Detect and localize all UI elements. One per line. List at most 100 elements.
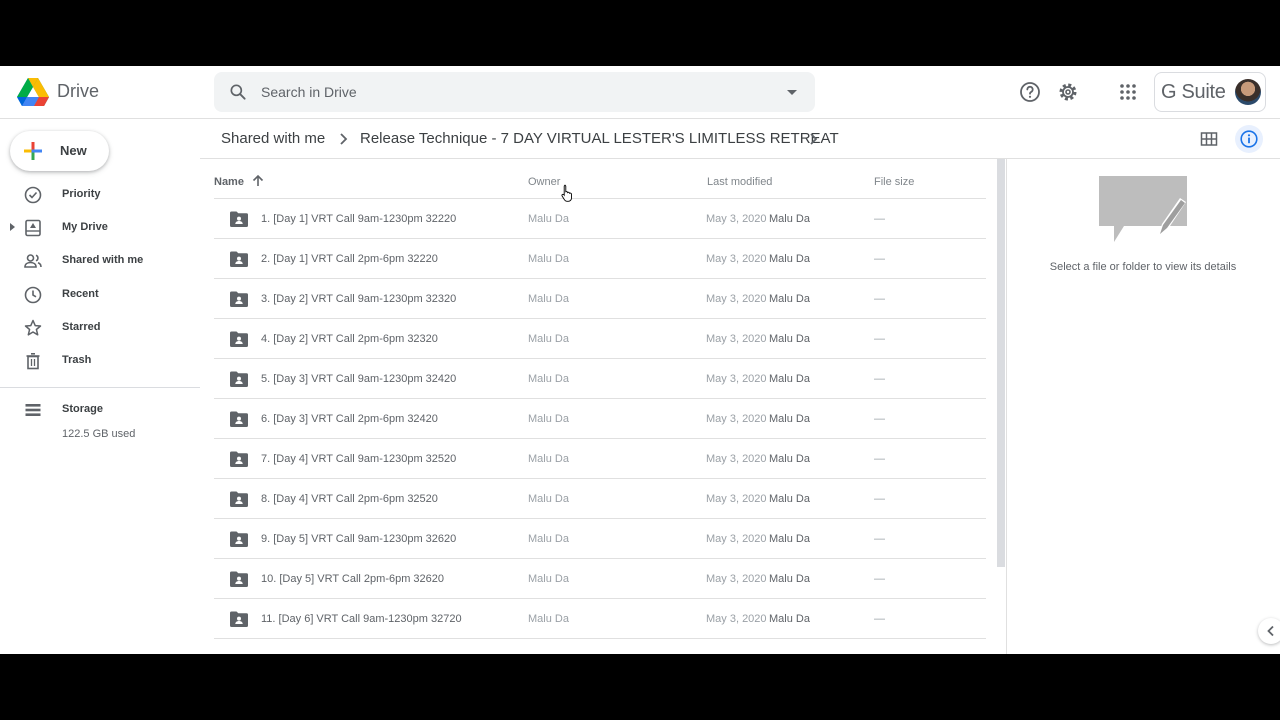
file-modified-date: May 3, 2020: [706, 253, 767, 265]
file-name: 6. [Day 3] VRT Call 2pm-6pm 32420: [261, 413, 438, 425]
search-options-dropdown-icon[interactable]: [782, 82, 802, 102]
sidebar-item-label: Recent: [62, 288, 99, 300]
file-modified-date: May 3, 2020: [706, 413, 767, 425]
file-modified-date: May 3, 2020: [706, 213, 767, 225]
drive-logo-icon[interactable]: [17, 78, 49, 106]
file-row[interactable]: 4. [Day 2] VRT Call 2pm-6pm 32320 Malu Da…: [214, 319, 986, 359]
file-list-header: Name Owner Last modified File size: [214, 159, 986, 199]
file-owner: Malu Da: [528, 293, 569, 305]
file-owner: Malu Da: [528, 333, 569, 345]
shared-folder-icon: [230, 571, 248, 587]
file-modified-date: May 3, 2020: [706, 453, 767, 465]
shared-folder-icon: [230, 371, 248, 387]
file-modified-by: Malu Da: [769, 413, 810, 425]
file-row[interactable]: 1. [Day 1] VRT Call 9am-1230pm 32220 Malu…: [214, 199, 986, 239]
people-icon: [24, 254, 42, 268]
checkbox-icon: [24, 186, 42, 204]
sidebar-item-label: Starred: [62, 321, 101, 333]
file-row[interactable]: 10. [Day 5] VRT Call 2pm-6pm 32620 Malu D…: [214, 559, 986, 599]
file-size: —: [874, 573, 885, 585]
file-size: —: [874, 453, 885, 465]
file-row[interactable]: 5. [Day 3] VRT Call 9am-1230pm 32420 Malu…: [214, 359, 986, 399]
file-size: —: [874, 333, 885, 345]
sidebar-item-label: Trash: [62, 354, 92, 366]
file-modified-by: Malu Da: [769, 373, 810, 385]
sort-ascending-arrow-icon[interactable]: [251, 174, 265, 188]
file-size: —: [874, 373, 885, 385]
sidebar-item-trash[interactable]: Trash: [0, 345, 200, 377]
file-modified-date: May 3, 2020: [706, 293, 767, 305]
file-row[interactable]: 7. [Day 4] VRT Call 9am-1230pm 32520 Malu…: [214, 439, 986, 479]
file-row[interactable]: 3. [Day 2] VRT Call 9am-1230pm 32320 Malu…: [214, 279, 986, 319]
search-icon[interactable]: [228, 82, 248, 102]
grid-view-button[interactable]: [1195, 125, 1223, 153]
breadcrumb-item-current-folder[interactable]: Release Technique - 7 DAY VIRTUAL LESTER…: [360, 130, 839, 147]
shared-folder-icon: [230, 531, 248, 547]
file-size: —: [874, 293, 885, 305]
chevron-left-icon: [1267, 625, 1274, 637]
file-owner: Malu Da: [528, 573, 569, 585]
column-header-file-size[interactable]: File size: [874, 176, 914, 188]
file-name: 1. [Day 1] VRT Call 9am-1230pm 32220: [261, 213, 457, 225]
file-modified-date: May 3, 2020: [706, 573, 767, 585]
shared-folder-icon: [230, 451, 248, 467]
file-modified-by: Malu Da: [769, 493, 810, 505]
sidebar-item-label: My Drive: [62, 221, 108, 233]
column-header-last-modified[interactable]: Last modified: [707, 176, 772, 188]
file-modified-date: May 3, 2020: [706, 373, 767, 385]
file-modified-by: Malu Da: [769, 253, 810, 265]
settings-gear-icon[interactable]: [1056, 80, 1080, 104]
vertical-scrollbar[interactable]: [997, 159, 1005, 567]
sidebar-item-storage[interactable]: Storage: [0, 394, 200, 426]
storage-used-text: 122.5 GB used: [62, 428, 136, 440]
sidebar: New Priority My Drive Shared with me Rec…: [0, 119, 200, 654]
file-row[interactable]: 8. [Day 4] VRT Call 2pm-6pm 32520 Malu Da…: [214, 479, 986, 519]
file-modified-date: May 3, 2020: [706, 333, 767, 345]
breadcrumb-item-shared-with-me[interactable]: Shared with me: [221, 130, 325, 147]
file-row[interactable]: 6. [Day 3] VRT Call 2pm-6pm 32420 Malu Da…: [214, 399, 986, 439]
shared-folder-icon: [230, 331, 248, 347]
file-row[interactable]: 2. [Day 1] VRT Call 2pm-6pm 32220 Malu Da…: [214, 239, 986, 279]
my-drive-icon: [25, 219, 41, 237]
file-name: 4. [Day 2] VRT Call 2pm-6pm 32320: [261, 333, 438, 345]
breadcrumb: Shared with me Release Technique - 7 DAY…: [214, 119, 1280, 159]
shared-folder-icon: [230, 291, 248, 307]
sidebar-item-my-drive[interactable]: My Drive: [0, 212, 200, 244]
file-owner: Malu Da: [528, 253, 569, 265]
file-size: —: [874, 253, 885, 265]
file-name: 9. [Day 5] VRT Call 9am-1230pm 32620: [261, 533, 457, 545]
help-icon[interactable]: [1018, 80, 1042, 104]
shared-folder-icon: [230, 491, 248, 507]
letterbox-bottom: [0, 654, 1280, 720]
column-header-name[interactable]: Name: [214, 176, 244, 188]
file-row[interactable]: 11. [Day 6] VRT Call 9am-1230pm 32720 Mal…: [214, 599, 986, 639]
app-header: Drive Search in Drive G Suite: [0, 66, 1280, 119]
new-button[interactable]: New: [10, 131, 109, 171]
chevron-right-icon[interactable]: [805, 131, 821, 147]
file-modified-by: Malu Da: [769, 613, 810, 625]
collapse-side-panel-button[interactable]: [1258, 618, 1280, 644]
app-title: Drive: [57, 81, 100, 101]
file-modified-date: May 3, 2020: [706, 493, 767, 505]
sidebar-item-shared-with-me[interactable]: Shared with me: [0, 245, 200, 277]
apps-grid-icon[interactable]: [1116, 80, 1140, 104]
shared-folder-icon: [230, 251, 248, 267]
sidebar-item-starred[interactable]: Starred: [0, 312, 200, 344]
clock-icon: [24, 286, 42, 304]
column-header-owner[interactable]: Owner: [528, 176, 560, 188]
file-row[interactable]: 9. [Day 5] VRT Call 9am-1230pm 32620 Malu…: [214, 519, 986, 559]
expand-caret-icon[interactable]: [10, 223, 15, 231]
file-owner: Malu Da: [528, 213, 569, 225]
sidebar-item-priority[interactable]: Priority: [0, 179, 200, 211]
avatar[interactable]: [1235, 79, 1261, 105]
search-bar[interactable]: [214, 72, 815, 112]
search-input[interactable]: [261, 72, 761, 112]
plus-icon: [24, 142, 42, 160]
sidebar-item-recent[interactable]: Recent: [0, 279, 200, 311]
file-name: 3. [Day 2] VRT Call 9am-1230pm 32320: [261, 293, 457, 305]
details-info-button[interactable]: [1235, 125, 1263, 153]
file-size: —: [874, 533, 885, 545]
file-owner: Malu Da: [528, 533, 569, 545]
file-owner: Malu Da: [528, 413, 569, 425]
gsuite-account-button[interactable]: G Suite: [1154, 72, 1266, 112]
